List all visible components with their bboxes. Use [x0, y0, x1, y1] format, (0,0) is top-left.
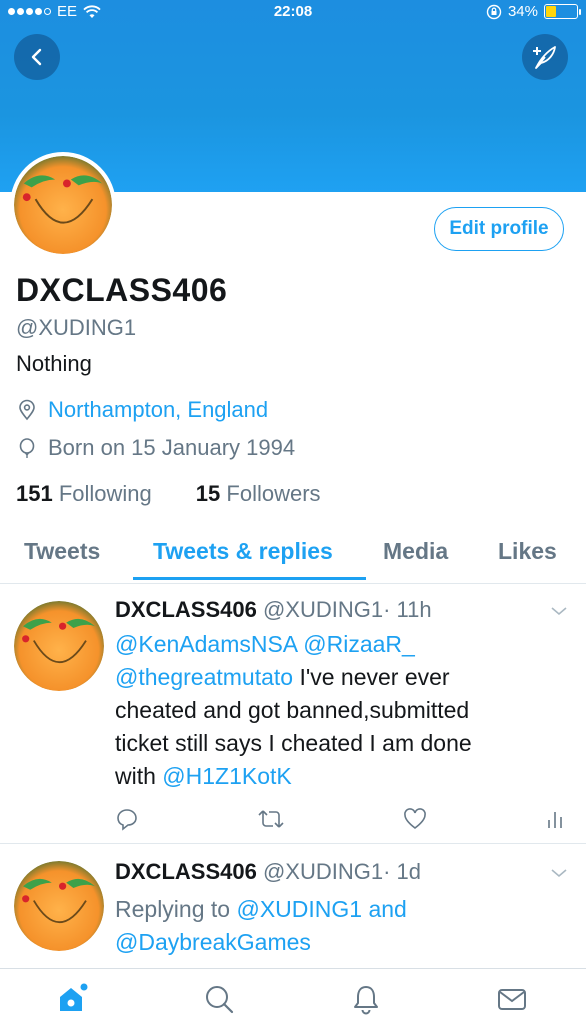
- orientation-lock-icon: [486, 4, 502, 19]
- following-label: Following: [58, 481, 152, 506]
- following-count: 151: [16, 481, 53, 506]
- avatar: [14, 156, 112, 254]
- tweet-author-name: DXCLASS406: [115, 597, 257, 622]
- following-link[interactable]: 151 Following: [16, 481, 152, 507]
- profile-avatar[interactable]: [10, 152, 116, 258]
- mention-link[interactable]: @thegreatmutato: [115, 664, 293, 690]
- tweet-item[interactable]: DXCLASS406 @XUDING1· 1d Replying to @XUD…: [0, 845, 586, 968]
- chevron-down-icon[interactable]: [550, 867, 568, 879]
- profile-location[interactable]: Northampton, England: [16, 397, 268, 423]
- followers-link[interactable]: 15 Followers: [196, 481, 321, 507]
- tab-media[interactable]: Media: [383, 538, 448, 565]
- tweet-text-line: cheated and got banned,submitted: [115, 697, 470, 723]
- compose-tweet-button[interactable]: [522, 34, 568, 80]
- profile-bio: Nothing: [16, 351, 92, 376]
- mention-link[interactable]: @DaybreakGames: [115, 929, 311, 955]
- follow-counts: 151 Following 15 Followers: [16, 481, 321, 507]
- tab-tweets-replies[interactable]: Tweets & replies: [153, 538, 333, 565]
- active-tab-indicator: [133, 577, 366, 580]
- tweet-time: · 11h: [383, 597, 432, 622]
- search-icon: [206, 986, 234, 1014]
- battery-icon: [544, 4, 581, 19]
- bottom-tab-bar: [0, 968, 586, 1028]
- tab-tweets[interactable]: Tweets: [24, 538, 100, 565]
- location-pin-icon: [19, 399, 35, 421]
- tweet-author-handle: @XUDING1: [262, 597, 384, 622]
- status-bar: EE 22:08 34%: [0, 0, 586, 26]
- profile-name: DXCLASS406: [16, 272, 228, 308]
- back-button[interactable]: [14, 34, 60, 80]
- tweet-item[interactable]: DXCLASS406 @XUDING1· 11h @KenAdamsNSA @R…: [0, 585, 586, 844]
- tweet-avatar[interactable]: [14, 861, 104, 951]
- tab-likes[interactable]: Likes: [498, 538, 557, 565]
- battery-percent: 34%: [507, 3, 538, 20]
- nav-notifications[interactable]: [350, 983, 382, 1020]
- tweet-header: DXCLASS406 @XUDING1· 1d: [115, 859, 421, 885]
- profile-birthday: Born on 15 January 1994: [16, 435, 295, 461]
- nav-messages[interactable]: [496, 983, 528, 1020]
- home-icon: [60, 983, 88, 1011]
- replying-prefix: Replying to: [115, 896, 231, 922]
- tweet-text-line: with: [115, 763, 156, 789]
- birthday-text: Born on 15 January 1994: [48, 435, 296, 460]
- reply-icon[interactable]: [115, 807, 139, 831]
- tweet-header: DXCLASS406 @XUDING1· 11h: [115, 597, 432, 623]
- nav-search[interactable]: [202, 983, 236, 1020]
- location-text[interactable]: Northampton, England: [48, 397, 268, 423]
- mention-link[interactable]: @KenAdamsNSA: [115, 631, 297, 657]
- tweet-text-line: I've never ever: [299, 664, 450, 690]
- nav-home[interactable]: [55, 983, 89, 1020]
- tweet-time: · 1d: [383, 859, 422, 884]
- chevron-left-icon: [31, 48, 42, 66]
- feather-plus-icon: [533, 46, 556, 69]
- analytics-icon[interactable]: [545, 808, 565, 830]
- mention-link[interactable]: @H1Z1KotK: [162, 763, 291, 789]
- tweet-author-handle: @XUDING1: [262, 859, 384, 884]
- like-icon[interactable]: [403, 808, 427, 830]
- followers-count: 15: [195, 481, 221, 506]
- bell-icon: [354, 986, 378, 1015]
- profile-tabs: Tweets Tweets & replies Media Likes: [0, 530, 586, 584]
- retweet-icon[interactable]: [257, 808, 285, 830]
- tweet-actions: [115, 807, 565, 831]
- replying-and: and: [368, 896, 407, 922]
- chevron-down-icon[interactable]: [550, 605, 568, 617]
- tweet-author-name: DXCLASS406: [115, 859, 257, 884]
- tweet-text: @KenAdamsNSA @RizaaR_ @thegreatmutato I'…: [115, 628, 555, 793]
- tweet-text-line: ticket still says I cheated I am done: [115, 730, 472, 756]
- balloon-icon: [19, 438, 35, 458]
- replying-to: Replying to @XUDING1 and @DaybreakGames: [115, 893, 555, 959]
- followers-label: Followers: [226, 481, 321, 506]
- profile-handle: @XUDING1: [16, 315, 137, 340]
- mention-link[interactable]: @RizaaR_: [303, 631, 415, 657]
- envelope-icon: [498, 989, 526, 1010]
- tweet-avatar[interactable]: [14, 601, 104, 691]
- edit-profile-button[interactable]: Edit profile: [434, 207, 564, 251]
- mention-link[interactable]: @XUDING1: [236, 896, 362, 922]
